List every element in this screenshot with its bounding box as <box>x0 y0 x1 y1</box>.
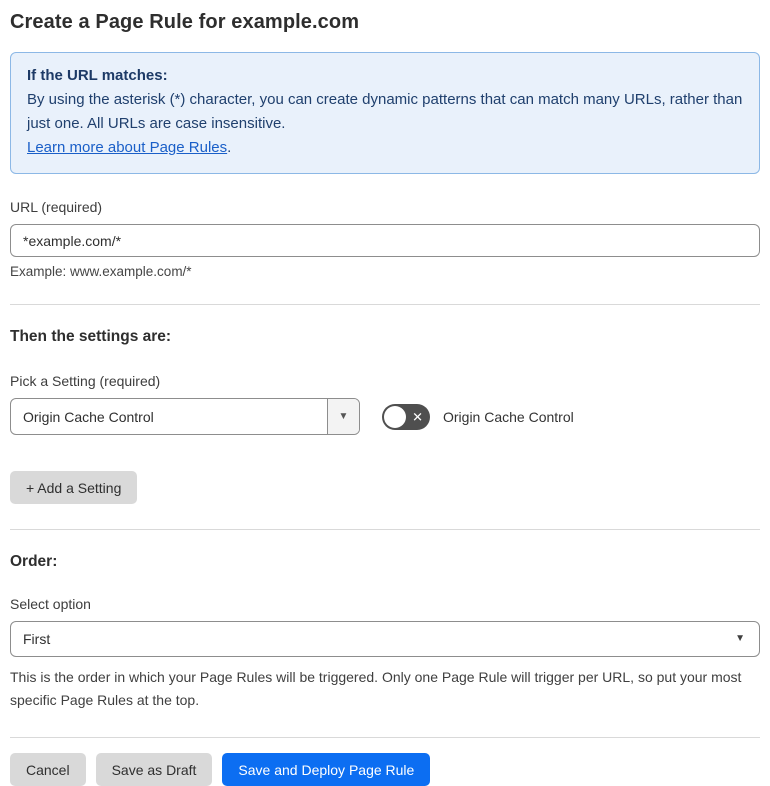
url-input[interactable] <box>10 224 760 257</box>
divider <box>10 737 760 738</box>
toggle-off-x-icon: ✕ <box>412 409 423 424</box>
toggle-knob <box>384 405 406 428</box>
order-section-heading: Order: <box>10 553 58 570</box>
order-select[interactable]: First ▼ <box>10 621 760 657</box>
link-suffix: . <box>227 139 232 156</box>
info-box-body: By using the asterisk (*) character, you… <box>27 91 743 132</box>
info-box-link-line: Learn more about Page Rules. <box>27 136 743 160</box>
url-match-info-box: If the URL matches: By using the asteris… <box>10 52 760 174</box>
order-select-label: Select option <box>10 596 91 612</box>
toggle-label: Origin Cache Control <box>443 408 574 425</box>
chevron-down-icon: ▼ <box>338 410 349 422</box>
setting-picker-row: Origin Cache Control ▼ ✕ Origin Cache Co… <box>10 398 760 435</box>
divider <box>10 304 760 305</box>
learn-more-link[interactable]: Learn more about Page Rules <box>27 139 227 156</box>
info-box-heading: If the URL matches: <box>27 67 168 84</box>
setting-select[interactable]: Origin Cache Control ▼ <box>10 398 360 435</box>
cancel-button[interactable]: Cancel <box>10 753 86 786</box>
setting-select-arrow-button[interactable]: ▼ <box>327 399 359 434</box>
add-setting-button[interactable]: + Add a Setting <box>10 471 138 504</box>
chevron-down-icon: ▼ <box>735 633 745 644</box>
divider <box>10 529 760 530</box>
pick-setting-label: Pick a Setting (required) <box>10 373 161 389</box>
footer-actions: Cancel Save as Draft Save and Deploy Pag… <box>10 753 760 786</box>
url-example-helper: Example: www.example.com/* <box>10 264 192 279</box>
save-and-deploy-button[interactable]: Save and Deploy Page Rule <box>222 753 431 786</box>
order-help-text: This is the order in which your Page Rul… <box>10 669 742 708</box>
setting-select-value: Origin Cache Control <box>23 408 154 425</box>
url-field-label: URL (required) <box>10 199 103 215</box>
order-select-value: First <box>23 631 51 647</box>
page-title: Create a Page Rule for example.com <box>10 11 360 33</box>
origin-cache-control-toggle[interactable]: ✕ <box>382 403 430 430</box>
settings-section-heading: Then the settings are: <box>10 328 172 345</box>
save-as-draft-button[interactable]: Save as Draft <box>95 753 213 786</box>
